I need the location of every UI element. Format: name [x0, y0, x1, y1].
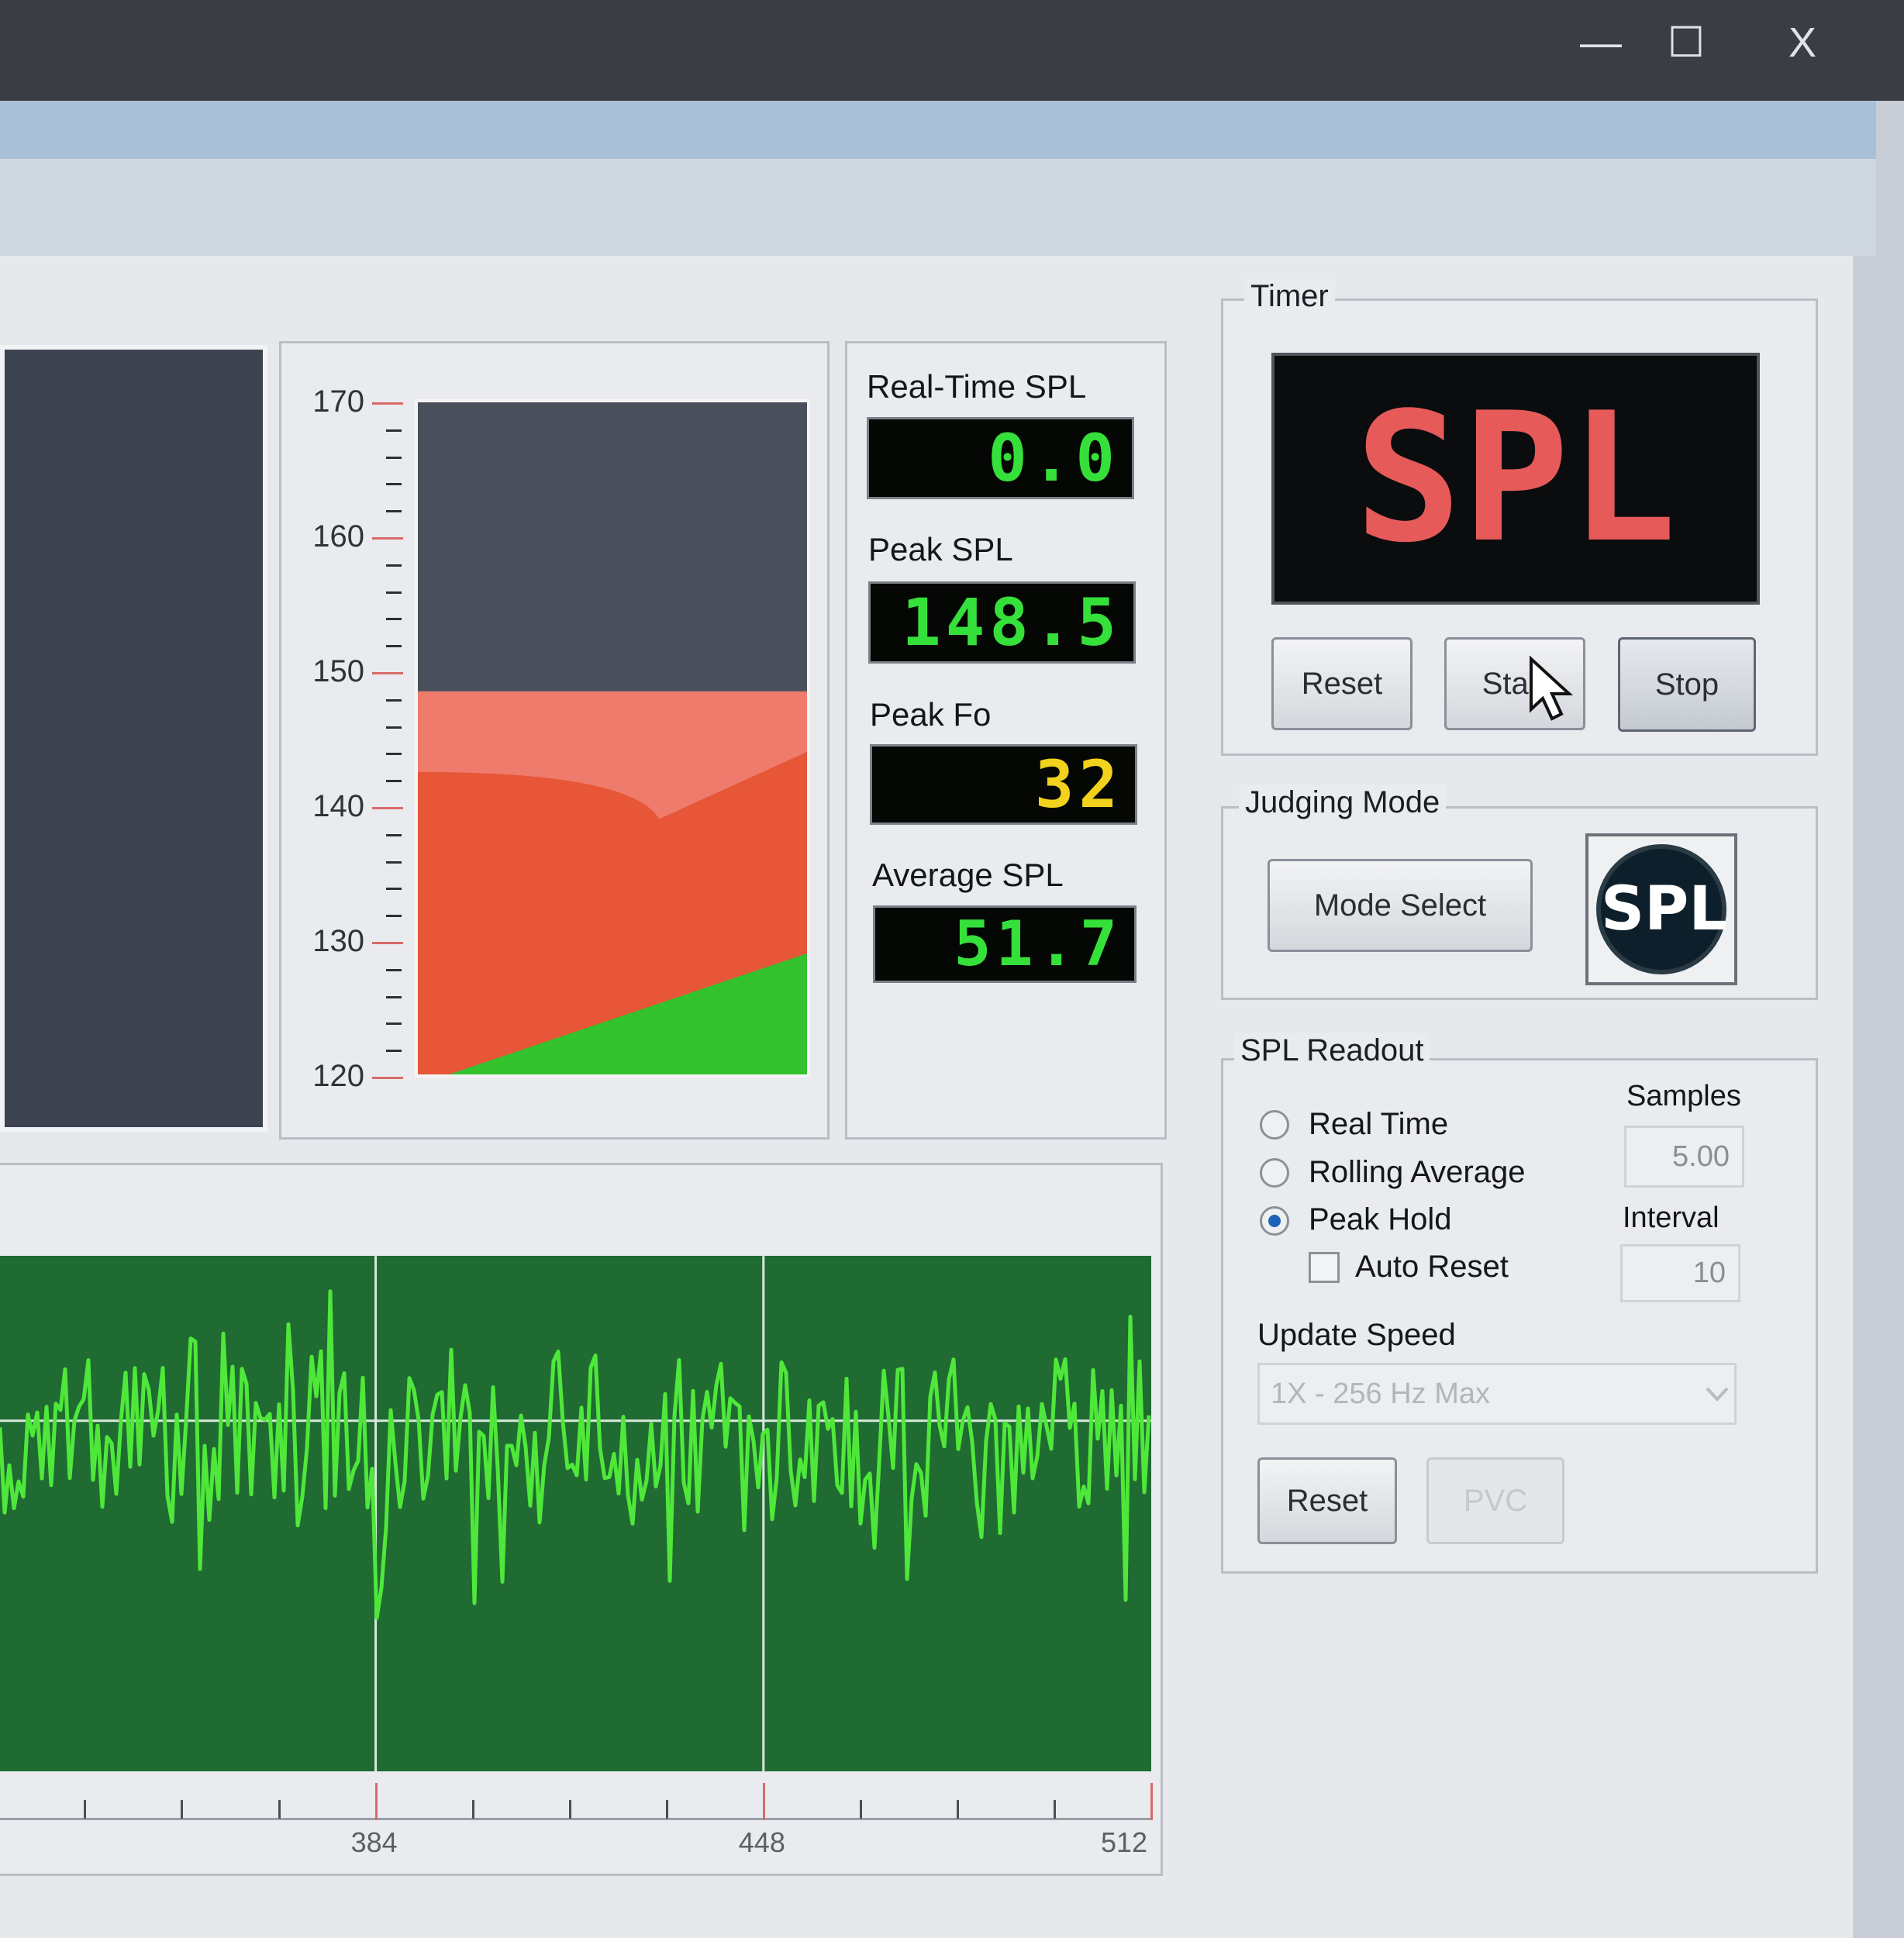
peak-fo-display: 32	[870, 744, 1137, 825]
timer-reset-button[interactable]: Reset	[1271, 637, 1412, 730]
rolling-average-label: Rolling Average	[1309, 1155, 1526, 1189]
meter-y-tick-label: 130	[312, 924, 364, 958]
peak-hold-label: Peak Hold	[1309, 1202, 1452, 1236]
meter-y-minor-tick	[386, 591, 402, 594]
interval-label: Interval	[1623, 1202, 1719, 1234]
meter-y-major-tick	[372, 537, 403, 540]
waveform-x-axis: 384 448 512	[0, 1775, 1163, 1868]
meter-y-minor-tick	[386, 780, 402, 783]
spl-readout-title: SPL Readout	[1234, 1033, 1430, 1068]
chevron-down-icon	[1706, 1387, 1729, 1402]
samples-input[interactable]: 5.00	[1624, 1126, 1744, 1188]
realtime-spl-display: 0.0	[867, 417, 1134, 499]
meter-y-axis: 170 160 150 140 130 120	[295, 384, 411, 1101]
radio-peak-hold[interactable]	[1260, 1206, 1289, 1236]
waveform-plot	[0, 1256, 1151, 1771]
meter-y-minor-tick	[386, 698, 402, 702]
spl-logo: SPL	[1596, 844, 1727, 974]
meter-y-minor-tick	[386, 915, 402, 918]
meter-y-major-tick	[372, 402, 403, 405]
spectrum-display	[0, 345, 267, 1132]
close-icon[interactable]: X	[1760, 16, 1845, 70]
spl-logo-frame: SPL	[1585, 833, 1737, 985]
x-axis-major-tick	[762, 1783, 765, 1820]
meter-y-minor-tick	[386, 968, 402, 971]
meter-y-minor-tick	[386, 995, 402, 998]
x-axis-minor-tick	[84, 1800, 87, 1819]
menu-strip	[0, 101, 1876, 159]
x-axis-line	[0, 1818, 1151, 1820]
interval-input[interactable]: 10	[1620, 1244, 1740, 1302]
meter-y-major-tick	[372, 672, 403, 674]
timer-display-text: SPL	[1354, 375, 1677, 582]
radio-rolling-average[interactable]	[1260, 1158, 1289, 1188]
meter-y-major-tick	[372, 1077, 403, 1079]
x-axis-tick-label: 512	[1101, 1826, 1148, 1858]
judging-mode-title: Judging Mode	[1239, 785, 1447, 820]
meter-y-major-tick	[372, 942, 403, 944]
x-axis-minor-tick	[1053, 1800, 1056, 1819]
meter-bar-chart	[418, 402, 807, 1074]
pvc-button[interactable]: PVC	[1426, 1457, 1564, 1544]
update-speed-value: 1X - 256 Hz Max	[1271, 1378, 1490, 1410]
meter-y-minor-tick	[386, 564, 402, 567]
peak-spl-display: 148.5	[868, 581, 1136, 664]
x-axis-minor-tick	[278, 1800, 281, 1819]
minimize-icon[interactable]: —	[1558, 16, 1644, 70]
timer-title: Timer	[1244, 279, 1335, 314]
meter-y-minor-tick	[386, 860, 402, 864]
meter-y-minor-tick	[386, 833, 402, 836]
meter-y-tick-label: 120	[312, 1059, 364, 1093]
real-time-label: Real Time	[1309, 1107, 1449, 1141]
meter-y-tick-label: 140	[312, 789, 364, 823]
maximize-icon[interactable]: ☐	[1644, 16, 1729, 70]
x-axis-minor-tick	[471, 1800, 474, 1819]
x-axis-major-tick	[1150, 1783, 1153, 1820]
peak-fo-label: Peak Fo	[870, 696, 992, 733]
x-axis-minor-tick	[181, 1800, 184, 1819]
x-axis-minor-tick	[568, 1800, 571, 1819]
meter-y-tick-label: 150	[312, 654, 364, 688]
meter-y-minor-tick	[386, 456, 402, 459]
meter-bar-frame	[415, 399, 810, 1078]
meter-y-minor-tick	[386, 1022, 402, 1026]
window-titlebar: — ☐ X	[0, 0, 1904, 101]
meter-y-minor-tick	[386, 753, 402, 756]
meter-y-minor-tick	[386, 1050, 402, 1053]
average-spl-display: 51.7	[873, 905, 1137, 983]
auto-reset-label: Auto Reset	[1355, 1250, 1509, 1284]
x-axis-tick-label: 448	[738, 1826, 785, 1858]
auto-reset-checkbox[interactable]	[1309, 1252, 1340, 1283]
meter-y-minor-tick	[386, 483, 402, 486]
average-spl-label: Average SPL	[872, 857, 1064, 893]
meter-y-major-tick	[372, 807, 403, 809]
update-speed-label: Update Speed	[1257, 1318, 1456, 1352]
meter-y-tick-label: 170	[312, 384, 364, 419]
meter-y-minor-tick	[386, 510, 402, 513]
x-axis-minor-tick	[956, 1800, 959, 1819]
meter-y-minor-tick	[386, 429, 402, 432]
update-speed-select[interactable]: 1X - 256 Hz Max	[1257, 1363, 1737, 1425]
mode-select-button[interactable]: Mode Select	[1268, 859, 1533, 952]
peak-spl-label: Peak SPL	[868, 531, 1013, 567]
timer-stop-button[interactable]: Stop	[1618, 637, 1756, 732]
radio-real-time[interactable]	[1260, 1110, 1289, 1140]
x-axis-minor-tick	[859, 1800, 862, 1819]
toolbar-area	[0, 159, 1876, 256]
meter-y-minor-tick	[386, 888, 402, 891]
x-axis-tick-label: 384	[350, 1826, 398, 1858]
meter-y-minor-tick	[386, 618, 402, 621]
waveform-svg	[0, 1256, 1151, 1771]
x-axis-major-tick	[374, 1783, 378, 1820]
meter-y-minor-tick	[386, 645, 402, 648]
readout-reset-button[interactable]: Reset	[1257, 1457, 1397, 1544]
mouse-cursor-icon	[1530, 655, 1574, 721]
x-axis-minor-tick	[665, 1800, 668, 1819]
meter-y-tick-label: 160	[312, 519, 364, 553]
timer-display: SPL	[1271, 353, 1760, 605]
samples-label: Samples	[1626, 1080, 1741, 1112]
realtime-spl-label: Real-Time SPL	[867, 368, 1087, 405]
meter-y-minor-tick	[386, 726, 402, 729]
